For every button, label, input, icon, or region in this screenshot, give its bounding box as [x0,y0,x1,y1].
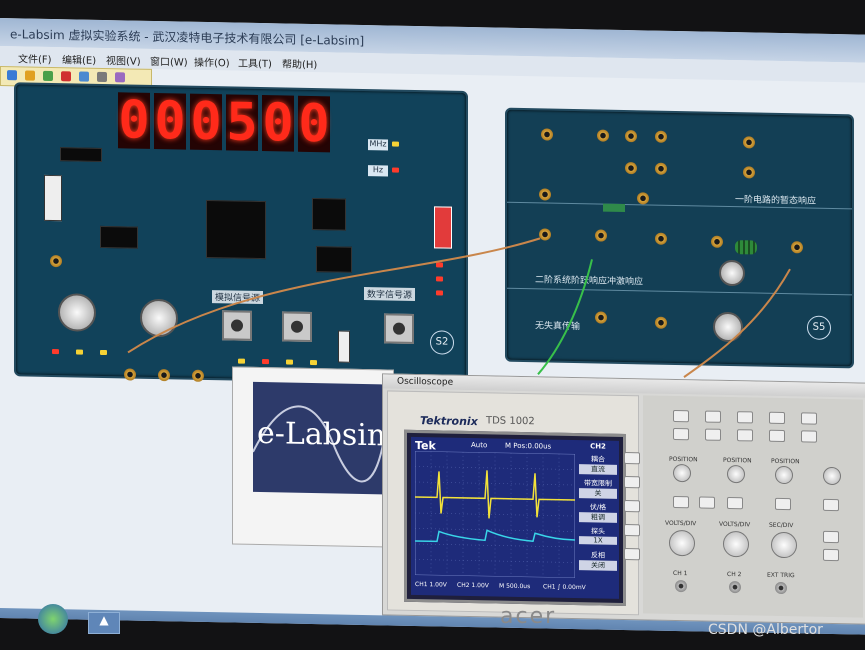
position-label: POSITION [669,455,698,464]
autoset-button[interactable] [769,411,785,425]
scope-status: Auto [471,441,488,450]
footer-time: M 500.0us [499,582,531,591]
softkey-bandwidth-value[interactable]: 关 [579,488,617,499]
softkey-button[interactable] [624,523,640,537]
monitor-brand-logo: acer [500,604,557,629]
set-to-50-button[interactable] [823,530,839,544]
ch1-volts-knob[interactable] [669,529,695,557]
cursor-button[interactable] [705,428,721,441]
splash-logo: e-Labsim [253,381,395,495]
math-menu-button[interactable] [699,496,715,509]
ch1-bnc-input[interactable] [675,579,687,593]
softkey-button[interactable] [624,499,640,513]
splash-window: e-Labsim [232,366,395,548]
ch1-input-label: CH 1 [673,569,688,578]
ch2-position-knob[interactable] [727,464,745,484]
run-stop-button[interactable] [801,430,817,443]
oscilloscope-title: Oscilloscope [397,376,454,388]
patch-wire[interactable] [127,230,541,360]
softkey-probe-value[interactable]: 1X [579,536,617,545]
ch2-input-label: CH 2 [727,570,742,579]
scope-model: TDS 1002 [486,415,535,428]
splash-logo-text: e-Labsim [257,415,396,454]
volts-div-label: VOLTS/DIV [719,520,751,529]
ch2-bnc-input[interactable] [729,580,741,594]
measure-button[interactable] [705,410,721,423]
single-seq-button[interactable] [801,412,817,425]
trig-menu-button[interactable] [823,498,839,512]
save-recall-button[interactable] [673,409,689,423]
softkey-invert-value[interactable]: 关闭 [579,560,617,571]
softkey-volts-value[interactable]: 粗调 [579,512,617,523]
display-button[interactable] [737,429,753,442]
default-setup-button[interactable] [769,429,785,443]
scope-graticule [415,450,575,579]
position-label: POSITION [771,457,800,466]
softkey-button[interactable] [624,475,640,489]
ch1-menu-button[interactable] [673,495,689,509]
ext-trig-bnc-input[interactable] [775,581,787,595]
trigger-level-knob[interactable] [823,466,841,486]
patch-wire[interactable] [537,258,593,375]
horiz-menu-button[interactable] [775,497,791,511]
scope-brand: Tektronix [420,414,478,429]
scope-display: Tek Auto M Pos:0.00us CH2 耦合 直流 带宽限制 关 伏… [411,436,619,599]
utility-button[interactable] [673,427,689,441]
monitor-screen: e-Labsim 虚拟实验系统 - 武汉凌特电子技术有限公司 [e-Labsim… [0,18,865,635]
scope-display-bezel: Tek Auto M Pos:0.00us CH2 耦合 直流 带宽限制 关 伏… [404,429,626,607]
sec-div-label: SEC/DIV [769,521,794,530]
ch2-menu-button[interactable] [727,496,743,510]
scope-control-panel: POSITION POSITION POSITION VOLTS/DIV VOL… [643,395,863,618]
sec-div-knob[interactable] [771,531,797,559]
ch2-volts-knob[interactable] [723,530,749,558]
start-button[interactable] [38,604,68,634]
oscilloscope-face: Tektronix TDS 1002 Tek Auto M Pos:0.00us [387,390,640,616]
footer-trigger: CH1 ∫ 0.00mV [543,583,586,592]
horizontal-position-knob[interactable] [775,465,793,485]
patch-wire[interactable] [683,267,791,379]
scope-trigger-pos: M Pos:0.00us [505,441,552,451]
footer-ch1: CH1 1.00V [415,580,447,589]
ext-trig-label: EXT TRIG [767,571,795,580]
taskbar-app-icon[interactable]: ▲ [88,612,120,634]
ch1-position-knob[interactable] [673,463,691,483]
watermark: CSDN @Albertor [708,622,823,638]
softkey-button[interactable] [624,451,640,465]
softkey-button[interactable] [624,547,640,561]
force-trig-button[interactable] [823,548,839,562]
footer-ch2: CH2 1.00V [457,581,489,590]
position-label: POSITION [723,456,752,465]
volts-div-label: VOLTS/DIV [665,519,697,528]
acquire-button[interactable] [737,411,753,424]
oscilloscope-window: Oscilloscope Tektronix TDS 1002 Tek Auto… [382,373,865,625]
menu-header: CH2 [590,442,606,451]
softkey-coupling-value[interactable]: 直流 [579,464,617,475]
